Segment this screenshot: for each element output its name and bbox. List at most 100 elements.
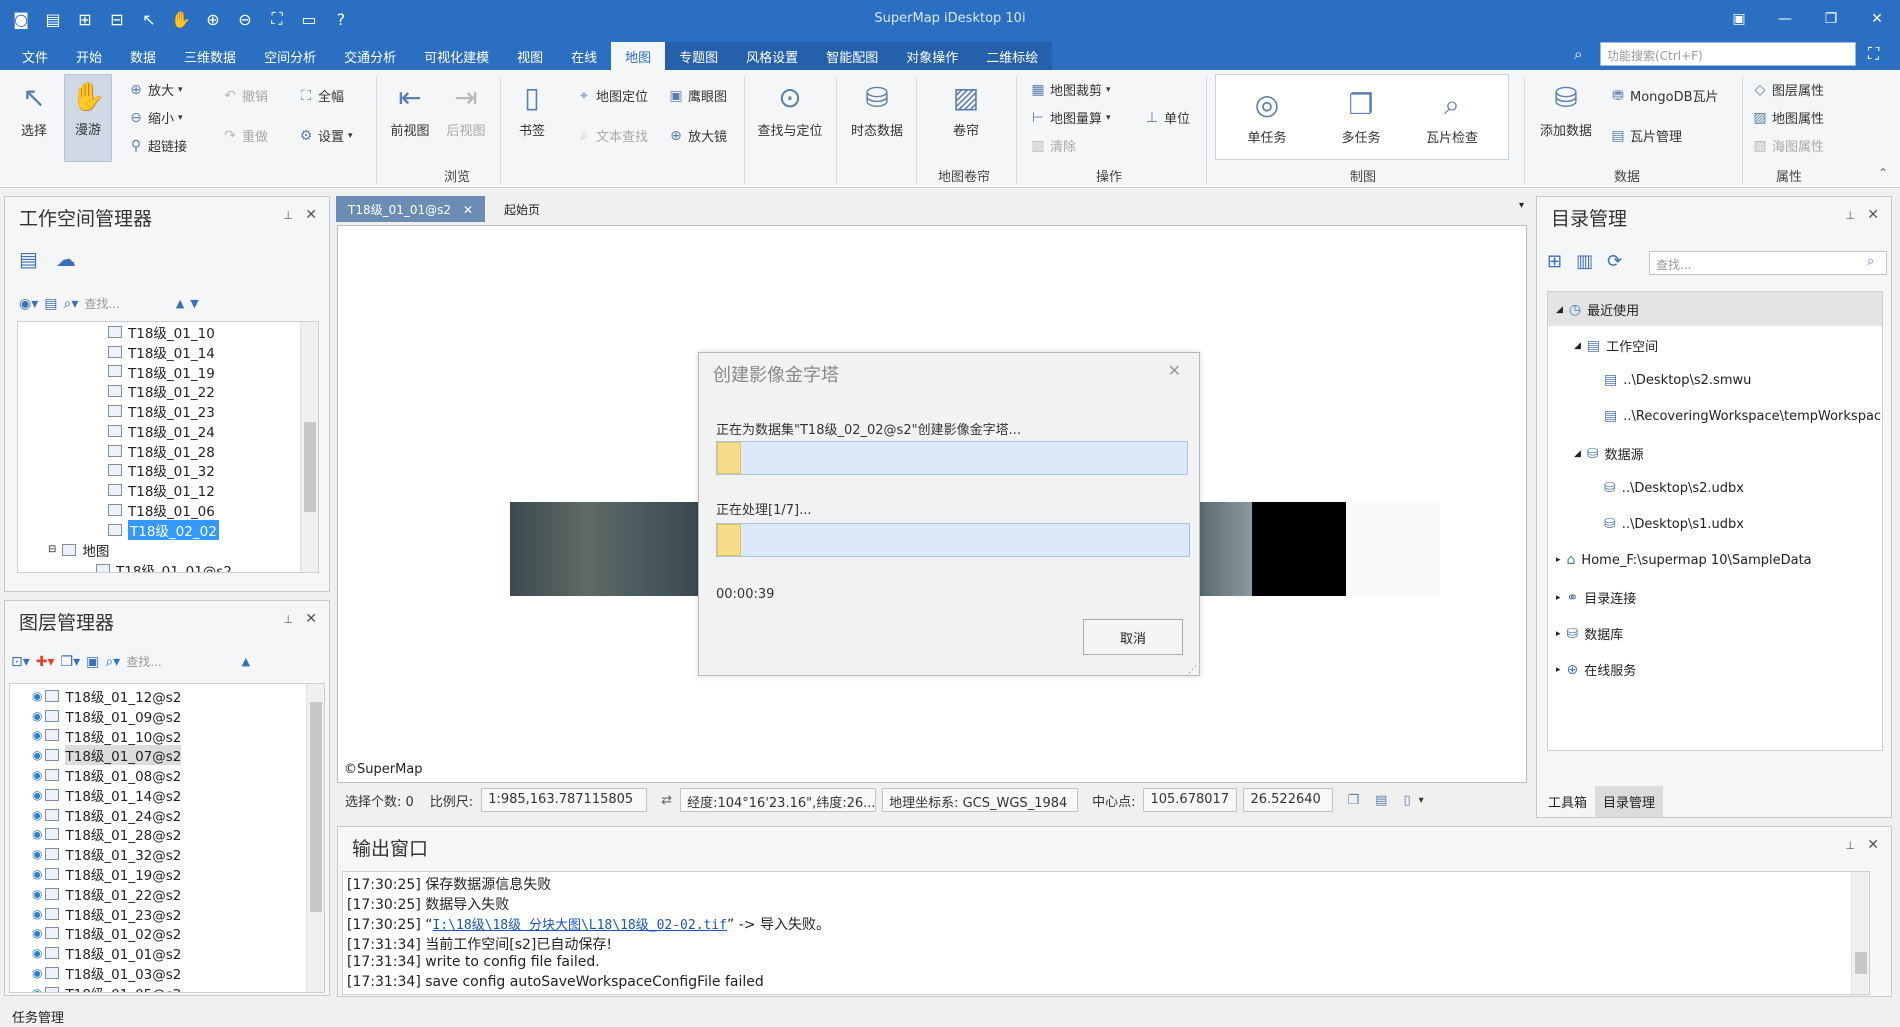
tab-file[interactable]: 文件 [8, 42, 62, 71]
tab-visual-modeling[interactable]: 可视化建模 [410, 42, 503, 71]
find-icon[interactable]: ⌕▾ [63, 296, 78, 312]
tab-start[interactable]: 开始 [62, 42, 116, 71]
mongodb-tile-button[interactable]: ⛃ MongoDB瓦片 [1610, 86, 1718, 106]
down-arrow-icon[interactable]: ▼ [190, 297, 198, 310]
eye-icon[interactable]: ◉ [32, 728, 42, 742]
tab-traffic-analysis[interactable]: 交通分析 [330, 42, 410, 71]
list-item[interactable]: ◉ T18级_01_14@s2 [32, 785, 181, 805]
text-search-button[interactable]: ⌕ 文本查找 [576, 126, 648, 146]
bookmark-button[interactable]: ▯ 书签 [508, 76, 556, 139]
map-measure-button[interactable]: ⊢ 地图量算 ▾ [1030, 108, 1111, 128]
list-item[interactable]: ◉ T18级_01_12@s2 [32, 686, 181, 706]
refresh-icon[interactable]: ⟳ [1607, 251, 1622, 272]
catalog-search-input[interactable]: 查找... [1649, 251, 1887, 275]
next-view-button[interactable]: ⇥ 后视图 [442, 76, 490, 139]
tree-item-ds1[interactable]: ⛁ ..\Desktop\s2.udbx [1604, 480, 1744, 496]
list-item[interactable]: ◉ T18级_01_28@s2 [32, 825, 181, 844]
settings-button[interactable]: ⚙ 设置 ▾ [298, 126, 353, 146]
clear-button[interactable]: ▥ 清除 [1030, 136, 1076, 156]
cancel-button[interactable]: 取消 [1083, 619, 1183, 655]
document-icon[interactable]: ▤ [44, 296, 57, 312]
list-item[interactable]: ◉ T18级_01_08@s2 [32, 765, 181, 785]
view-dropdown-icon[interactable]: ◉▾ [19, 296, 38, 312]
tab-data[interactable]: 数据 [116, 42, 170, 71]
zoom-in-button[interactable]: ⊕ 放大 ▾ [128, 80, 182, 100]
tree-node-datasource[interactable]: ◢ ⛁ 数据源 [1574, 444, 1644, 464]
scrollbar[interactable] [300, 322, 318, 572]
tab-smart-mapping[interactable]: 智能配图 [812, 42, 893, 71]
tab-toolbox[interactable]: 工具箱 [1540, 786, 1595, 817]
eye-icon[interactable]: ◉ [32, 966, 42, 980]
pin-icon[interactable]: ⊥ [283, 613, 293, 626]
bookmark-icon[interactable]: ▯ [1403, 793, 1410, 808]
eye-icon[interactable]: ◉ [32, 867, 42, 881]
workspace-icon[interactable]: ▤ [19, 247, 38, 271]
tree-node-home[interactable]: ▸ ⌂ Home_F:\supermap 10\SampleData [1556, 552, 1812, 568]
add-data-button[interactable]: ⛁ 添加数据 [1534, 76, 1598, 139]
tab-2d-plotting[interactable]: 二维标绘 [972, 42, 1053, 71]
list-item[interactable]: T18级_01_23 [108, 401, 219, 421]
tile-manage-button[interactable]: ▤ 瓦片管理 [1610, 126, 1682, 146]
workspace-search-input[interactable]: 查找... [84, 295, 119, 312]
find-icon[interactable]: ⌕▾ [105, 654, 120, 670]
tree-item-ws1[interactable]: ▤ ..\Desktop\s2.smwu [1604, 372, 1751, 388]
eye-icon[interactable]: ◉ [32, 926, 42, 940]
list-item[interactable]: ◉ T18级_01_03@s2 [32, 963, 181, 983]
scrollbar[interactable] [306, 684, 324, 992]
close-icon[interactable]: ✕ [1867, 207, 1879, 223]
up-arrow-icon[interactable]: ▲ [242, 655, 250, 668]
select-button[interactable]: ↖ 选择 [12, 76, 56, 139]
tab-map[interactable]: 地图 [611, 42, 666, 71]
output-log[interactable]: [17:30:25] 保存数据源信息失败 [17:30:25] 数据导入失败 [… [342, 871, 1870, 995]
eye-icon[interactable]: ◉ [32, 907, 42, 921]
tab-style[interactable]: 风格设置 [732, 42, 813, 71]
delete-icon[interactable]: ▥ [1576, 251, 1593, 272]
eye-icon[interactable]: ◉ [32, 808, 42, 822]
list-item[interactable]: T18级_01_10 [108, 322, 219, 342]
hyperlink-button[interactable]: ⚲ 超链接 [128, 136, 187, 156]
chart-properties-button[interactable]: ▧ 海图属性 [1752, 136, 1824, 156]
list-item[interactable]: ◉ T18级_01_10@s2 [32, 726, 181, 745]
magnifier-button[interactable]: ⊕ 放大镜 [668, 126, 727, 146]
eye-icon[interactable]: ◉ [32, 887, 42, 901]
new-folder-icon[interactable]: ⊞ [1547, 251, 1562, 272]
tree-node-workspace[interactable]: ◢ ▤ 工作空间 [1574, 336, 1658, 356]
eagle-eye-button[interactable]: ▣ 鹰眼图 [668, 86, 727, 106]
scrollbar[interactable] [1851, 872, 1869, 994]
close-icon[interactable]: ✕ [305, 611, 317, 627]
new-layer-icon[interactable]: ⊡▾ [11, 654, 30, 670]
tree-node-map-item[interactable]: T18级_01_01@s2 [96, 560, 232, 572]
close-icon[interactable]: ✕ [463, 203, 473, 217]
coord-system-field[interactable]: 地理坐标系: GCS_WGS_1984 [882, 788, 1079, 812]
unit-button[interactable]: ⊥ 单位 [1144, 108, 1190, 128]
prev-view-button[interactable]: ⇤ 前视图 [386, 76, 434, 139]
layer-search-input[interactable]: 查找... [126, 653, 161, 670]
tab-spatial-analysis[interactable]: 空间分析 [250, 42, 330, 71]
list-item[interactable]: ◉ T18级_01_01@s2 [32, 943, 181, 963]
status-dropdown-icon[interactable]: ▾ [1419, 795, 1424, 806]
find-locate-button[interactable]: ⊙ 查找与定位 [752, 76, 828, 139]
resize-grip-icon[interactable]: ⋰ [1188, 665, 1197, 675]
restore-layout-icon[interactable]: ▣ [1716, 0, 1762, 38]
close-icon[interactable]: ✕ [305, 207, 317, 223]
list-item[interactable]: ◉ T18级_01_23@s2 [32, 904, 181, 924]
full-extent-button[interactable]: ⛶ 全幅 [298, 86, 344, 106]
pan-button[interactable]: ✋ 漫游 [64, 74, 112, 162]
tab-view[interactable]: 视图 [503, 42, 557, 71]
tab-catalog[interactable]: 目录管理 [1595, 786, 1664, 817]
swap-icon[interactable]: ⇄ [661, 793, 672, 808]
layer-group-icon[interactable]: ❐▾ [61, 654, 81, 670]
task-manager-status[interactable]: 任务管理 [0, 1005, 1900, 1027]
list-item[interactable]: ◉ T18级_01_24@s2 [32, 805, 181, 825]
tab-start-page[interactable]: 起始页 [492, 196, 552, 222]
pin-icon[interactable]: ⊥ [1845, 839, 1855, 852]
tab-list-dropdown-icon[interactable]: ▾ [1519, 200, 1524, 211]
eye-icon[interactable]: ◉ [32, 768, 42, 782]
center-y-input[interactable]: 26.522640 [1243, 788, 1334, 812]
layer-properties-button[interactable]: ◇ 图层属性 [1752, 80, 1824, 100]
list-item[interactable]: T18级_01_12 [108, 480, 219, 500]
tree-node-maps[interactable]: ⊟ 地图 [48, 540, 109, 560]
map-properties-button[interactable]: ▨ 地图属性 [1752, 108, 1824, 128]
swipe-button[interactable]: ▨ 卷帘 [942, 76, 990, 139]
list-item[interactable]: T18级_01_06 [108, 500, 219, 520]
